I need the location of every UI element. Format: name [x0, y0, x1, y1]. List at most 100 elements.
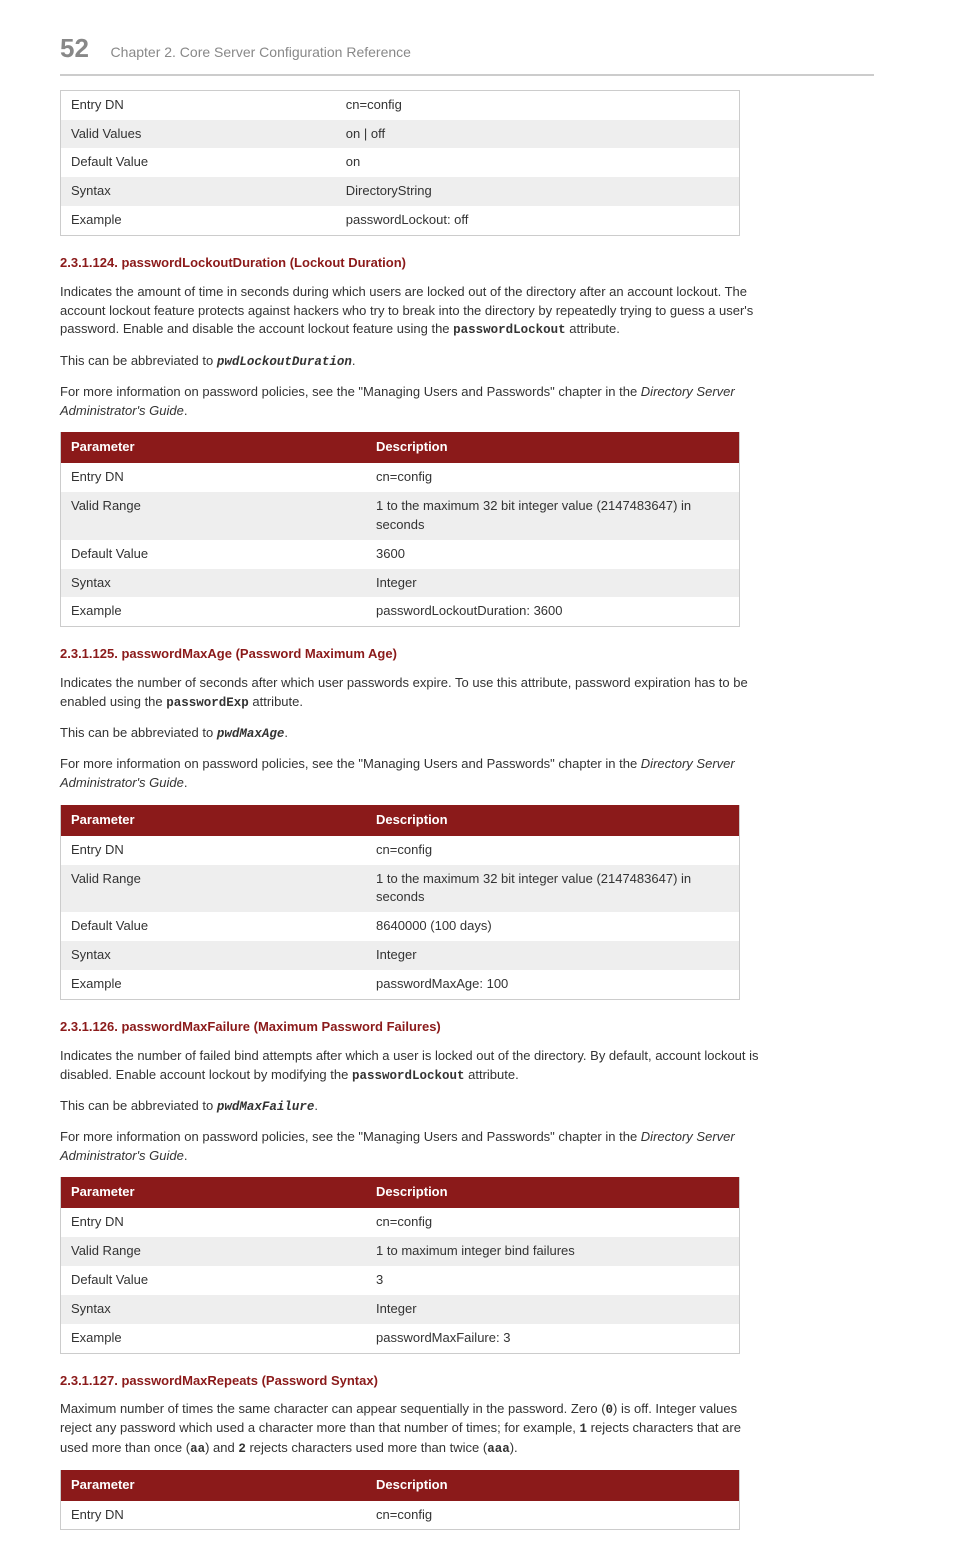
section-125-para2: This can be abbreviated to pwdMaxAge. [60, 724, 760, 743]
section-126-para1: Indicates the number of failed bind atte… [60, 1047, 760, 1085]
table-row: ExamplepasswordMaxFailure: 3 [61, 1324, 740, 1353]
cell-parameter: Example [61, 597, 367, 626]
cell-description: Integer [366, 569, 739, 598]
section-124-para3: For more information on password policie… [60, 383, 760, 421]
page-number: 52 [60, 30, 89, 68]
table-row: SyntaxInteger [61, 941, 740, 970]
code-passwordExp: passwordExp [166, 696, 249, 710]
cell-parameter: Syntax [61, 177, 336, 206]
cell-description: 1 to the maximum 32 bit integer value (2… [366, 492, 739, 540]
cell-parameter: Entry DN [61, 1501, 367, 1530]
cell-parameter: Entry DN [61, 463, 367, 492]
table-row: ExamplepasswordLockout: off [61, 206, 740, 235]
table-body: Entry DNcn=configValid Valueson | offDef… [61, 90, 740, 235]
cell-description: cn=config [366, 1501, 739, 1530]
cell-parameter: Default Value [61, 540, 367, 569]
table-row: ExamplepasswordLockoutDuration: 3600 [61, 597, 740, 626]
cell-parameter: Valid Range [61, 1237, 367, 1266]
section-127-para1: Maximum number of times the same charact… [60, 1400, 760, 1457]
th-parameter: Parameter [61, 432, 367, 463]
code-aa: aa [190, 1442, 205, 1456]
cell-parameter: Syntax [61, 1295, 367, 1324]
table-row: Default Value3 [61, 1266, 740, 1295]
th-description: Description [366, 1470, 739, 1501]
cell-description: passwordLockoutDuration: 3600 [366, 597, 739, 626]
cell-parameter: Default Value [61, 912, 367, 941]
table-row: SyntaxDirectoryString [61, 177, 740, 206]
cell-parameter: Syntax [61, 941, 367, 970]
cell-description: on | off [336, 120, 740, 149]
code-pwdLockoutDuration: pwdLockoutDuration [217, 355, 352, 369]
th-description: Description [366, 805, 739, 836]
cell-description: passwordMaxFailure: 3 [366, 1324, 739, 1353]
cell-parameter: Example [61, 206, 336, 235]
table-row: Entry DNcn=config [61, 1208, 740, 1237]
section-124-para2: This can be abbreviated to pwdLockoutDur… [60, 352, 760, 371]
cell-parameter: Default Value [61, 148, 336, 177]
cell-description: 3600 [366, 540, 739, 569]
cell-description: passwordMaxAge: 100 [366, 970, 739, 999]
table-body: Entry DNcn=configValid Range1 to the max… [61, 463, 740, 627]
table-row: SyntaxInteger [61, 569, 740, 598]
chapter-title: Chapter 2. Core Server Configuration Ref… [111, 44, 411, 60]
table-row: SyntaxInteger [61, 1295, 740, 1324]
table-body: Entry DNcn=configValid Range1 to maximum… [61, 1208, 740, 1353]
cell-description: 8640000 (100 days) [366, 912, 739, 941]
th-description: Description [366, 1177, 739, 1208]
table-row: Valid Range1 to maximum integer bind fai… [61, 1237, 740, 1266]
cell-description: DirectoryString [336, 177, 740, 206]
cell-parameter: Default Value [61, 1266, 367, 1295]
cell-description: on [336, 148, 740, 177]
cell-description: cn=config [366, 836, 739, 865]
cell-parameter: Entry DN [61, 90, 336, 119]
th-parameter: Parameter [61, 1470, 367, 1501]
section-heading-125: 2.3.1.125. passwordMaxAge (Password Maxi… [60, 645, 874, 664]
table-row: ExamplepasswordMaxAge: 100 [61, 970, 740, 999]
cell-description: Integer [366, 1295, 739, 1324]
code-0: 0 [606, 1403, 614, 1417]
code-2: 2 [238, 1442, 246, 1456]
table-row: Valid Range1 to the maximum 32 bit integ… [61, 865, 740, 913]
cell-description: Integer [366, 941, 739, 970]
cell-parameter: Example [61, 970, 367, 999]
cell-description: passwordLockout: off [336, 206, 740, 235]
table-row: Entry DNcn=config [61, 463, 740, 492]
cell-parameter: Entry DN [61, 1208, 367, 1237]
table-row: Entry DNcn=config [61, 836, 740, 865]
table-body: Entry DNcn=configValid Range1 to the max… [61, 836, 740, 1000]
cell-description: cn=config [366, 1208, 739, 1237]
th-parameter: Parameter [61, 805, 367, 836]
code-1: 1 [580, 1422, 588, 1436]
cell-parameter: Valid Range [61, 492, 367, 540]
table-passwordMaxFailure: Parameter Description Entry DNcn=configV… [60, 1177, 740, 1353]
table-row: Valid Valueson | off [61, 120, 740, 149]
code-aaa: aaa [487, 1442, 510, 1456]
section-125-para1: Indicates the number of seconds after wh… [60, 674, 760, 712]
th-parameter: Parameter [61, 1177, 367, 1208]
cell-parameter: Valid Range [61, 865, 367, 913]
table-row: Entry DNcn=config [61, 1501, 740, 1530]
cell-parameter: Entry DN [61, 836, 367, 865]
cell-parameter: Valid Values [61, 120, 336, 149]
section-125-para3: For more information on password policie… [60, 755, 760, 793]
section-124-para1: Indicates the amount of time in seconds … [60, 283, 760, 340]
cell-parameter: Example [61, 1324, 367, 1353]
section-126-para2: This can be abbreviated to pwdMaxFailure… [60, 1097, 760, 1116]
table-passwordMaxRepeats: Parameter Description Entry DNcn=config [60, 1470, 740, 1531]
section-126-para3: For more information on password policie… [60, 1128, 760, 1166]
table-passwordLockoutDuration: Parameter Description Entry DNcn=configV… [60, 432, 740, 627]
code-pwdMaxAge: pwdMaxAge [217, 727, 285, 741]
table-passwordMaxAge: Parameter Description Entry DNcn=configV… [60, 805, 740, 1000]
cell-description: cn=config [336, 90, 740, 119]
cell-description: cn=config [366, 463, 739, 492]
table-row: Entry DNcn=config [61, 90, 740, 119]
cell-description: 3 [366, 1266, 739, 1295]
table-row: Default Valueon [61, 148, 740, 177]
th-description: Description [366, 432, 739, 463]
cell-description: 1 to the maximum 32 bit integer value (2… [366, 865, 739, 913]
section-heading-126: 2.3.1.126. passwordMaxFailure (Maximum P… [60, 1018, 874, 1037]
code-pwdMaxFailure: pwdMaxFailure [217, 1100, 315, 1114]
page-header: 52 Chapter 2. Core Server Configuration … [60, 30, 874, 76]
table-row: Valid Range1 to the maximum 32 bit integ… [61, 492, 740, 540]
code-passwordLockout: passwordLockout [453, 323, 566, 337]
